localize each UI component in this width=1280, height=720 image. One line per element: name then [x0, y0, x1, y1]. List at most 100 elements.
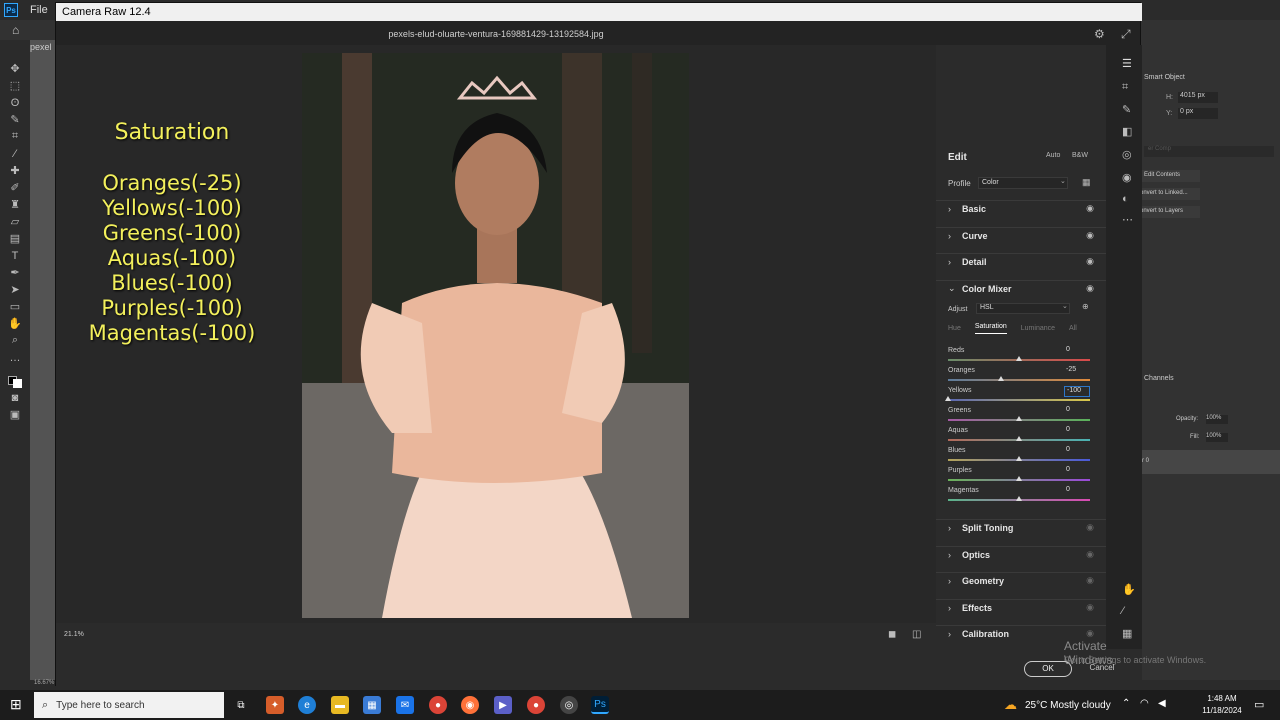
- h-field[interactable]: 4015 px: [1178, 92, 1218, 103]
- eye-icon[interactable]: ◉: [1086, 628, 1094, 639]
- section-color-mixer[interactable]: ⌄ Color Mixer ◉: [936, 280, 1106, 296]
- bw-button[interactable]: B&W: [1072, 152, 1088, 159]
- ok-button[interactable]: OK: [1024, 661, 1072, 677]
- eye-icon[interactable]: ◉: [1086, 283, 1094, 294]
- taskbar-search[interactable]: ⌕ Type here to search: [34, 692, 224, 718]
- section-geometry[interactable]: › Geometry ◉: [936, 572, 1106, 588]
- move-tool-icon[interactable]: ✥: [0, 60, 30, 77]
- slider-value-field[interactable]: 0: [1064, 486, 1090, 497]
- auto-button[interactable]: Auto: [1046, 152, 1060, 159]
- cancel-button[interactable]: Cancel: [1082, 661, 1122, 677]
- slider-reds[interactable]: Reds 0: [948, 346, 1094, 367]
- healing-tool-icon[interactable]: ✚: [0, 162, 30, 179]
- file-explorer-icon[interactable]: ▬: [331, 696, 349, 714]
- section-detail[interactable]: › Detail ◉: [936, 253, 1106, 269]
- windows-start-icon[interactable]: ⊞: [10, 696, 22, 713]
- radial-filter-icon[interactable]: ◎: [1122, 148, 1132, 161]
- eye-icon[interactable]: ◉: [1086, 549, 1094, 560]
- zoom-tool-icon[interactable]: ⌕: [0, 332, 30, 349]
- section-effects[interactable]: › Effects ◉: [936, 599, 1106, 615]
- opacity-field[interactable]: 100%: [1206, 415, 1228, 424]
- clock[interactable]: 1:48 AM 11/18/2024: [1200, 693, 1244, 717]
- eye-icon[interactable]: ◉: [1086, 230, 1094, 241]
- slider-thumb[interactable]: [1016, 356, 1022, 361]
- lasso-tool-icon[interactable]: ʘ: [0, 94, 30, 111]
- slider-purples[interactable]: Purples 0: [948, 466, 1094, 487]
- fullscreen-icon[interactable]: ⤢: [1121, 27, 1131, 42]
- adjust-dropdown[interactable]: HSL: [976, 303, 1070, 314]
- section-curve[interactable]: › Curve ◉: [936, 227, 1106, 243]
- wifi-icon[interactable]: ◠: [1140, 698, 1149, 709]
- slider-value-field[interactable]: 0: [1064, 446, 1090, 457]
- eye-icon[interactable]: ◉: [1086, 522, 1094, 533]
- y-field[interactable]: 0 px: [1178, 108, 1218, 119]
- home-icon[interactable]: ⌂: [12, 23, 19, 37]
- redeye-icon[interactable]: ◉: [1122, 171, 1132, 184]
- more-icon[interactable]: ⋯: [1122, 213, 1133, 226]
- store-icon[interactable]: ▦: [363, 696, 381, 714]
- slider-thumb[interactable]: [1016, 456, 1022, 461]
- slider-thumb[interactable]: [998, 376, 1005, 381]
- color-swatches-icon[interactable]: [0, 372, 30, 389]
- adjustment-brush-icon[interactable]: ◧: [1122, 125, 1132, 138]
- slider-blues[interactable]: Blues 0: [948, 446, 1094, 467]
- notification-icon[interactable]: ▭: [1254, 698, 1264, 711]
- volume-icon[interactable]: ◀: [1158, 698, 1166, 709]
- weather-text[interactable]: 25°C Mostly cloudy: [1025, 700, 1111, 711]
- quick-mask-icon[interactable]: ◙: [0, 389, 30, 406]
- settings-gear-icon[interactable]: ⚙: [1094, 27, 1105, 41]
- sampler-icon[interactable]: ⁄: [1122, 605, 1124, 617]
- fill-field[interactable]: 100%: [1206, 433, 1228, 442]
- eraser-tool-icon[interactable]: ▱: [0, 213, 30, 230]
- shape-tool-icon[interactable]: ▭: [0, 298, 30, 315]
- slider-track[interactable]: [948, 399, 1090, 401]
- slider-value-field[interactable]: -100: [1064, 386, 1090, 397]
- healing-brush-icon[interactable]: ✎: [1122, 103, 1131, 116]
- layer-comp-field[interactable]: er Comp: [1144, 146, 1274, 157]
- slider-thumb[interactable]: [1016, 416, 1022, 421]
- chrome-profile-icon[interactable]: ●: [527, 696, 545, 714]
- firefox-icon[interactable]: ◉: [461, 696, 479, 714]
- capture-icon[interactable]: ◎: [560, 696, 578, 714]
- tab-saturation[interactable]: Saturation: [974, 323, 1007, 334]
- copilot-icon[interactable]: ✦: [266, 696, 284, 714]
- section-basic[interactable]: › Basic ◉: [936, 200, 1106, 216]
- eyedropper-tool-icon[interactable]: ⁄: [0, 145, 30, 162]
- convert-layers-button[interactable]: onvert to Layers: [1140, 206, 1200, 218]
- brush-tool-icon[interactable]: ✐: [0, 179, 30, 196]
- media-player-icon[interactable]: ▶: [494, 696, 512, 714]
- marquee-tool-icon[interactable]: ⬚: [0, 77, 30, 94]
- slider-value-field[interactable]: -25: [1064, 366, 1090, 377]
- menu-file[interactable]: File: [30, 4, 48, 16]
- hand-icon[interactable]: ✋: [1122, 583, 1136, 596]
- slider-thumb[interactable]: [1016, 476, 1022, 481]
- slider-value-field[interactable]: 0: [1064, 346, 1090, 357]
- profile-browser-icon[interactable]: ▦: [1082, 177, 1091, 188]
- crop-tool-icon[interactable]: ⌗: [0, 128, 30, 145]
- photoshop-taskbar-icon[interactable]: Ps: [591, 696, 609, 714]
- slider-yellows[interactable]: Yellows -100: [945, 386, 1094, 407]
- edit-contents-button[interactable]: Edit Contents: [1142, 170, 1200, 182]
- slider-greens[interactable]: Greens 0: [948, 406, 1094, 427]
- section-split-toning[interactable]: › Split Toning ◉: [936, 519, 1106, 535]
- hand-tool-icon[interactable]: ✋: [0, 315, 30, 332]
- slider-value-field[interactable]: 0: [1064, 406, 1090, 417]
- layer-row[interactable]: r 0: [1140, 450, 1280, 474]
- channels-tab[interactable]: Channels: [1144, 375, 1174, 382]
- tab-hue[interactable]: Hue: [948, 325, 961, 332]
- presets-icon[interactable]: ◐: [1122, 193, 1129, 205]
- view-mode-icon[interactable]: ◼: [888, 629, 896, 640]
- targeted-adjustment-icon[interactable]: ⊕: [1082, 302, 1089, 311]
- tab-all[interactable]: All: [1069, 325, 1077, 332]
- edge-icon[interactable]: e: [298, 696, 316, 714]
- edit-sliders-icon[interactable]: ☰: [1122, 57, 1132, 70]
- path-select-tool-icon[interactable]: ➤: [0, 281, 30, 298]
- slider-oranges[interactable]: Oranges -25: [948, 366, 1094, 387]
- chevron-up-icon[interactable]: ⌃: [1122, 698, 1130, 709]
- screen-mode-icon[interactable]: ▣: [0, 406, 30, 423]
- quick-select-tool-icon[interactable]: ✎: [0, 111, 30, 128]
- crop-icon[interactable]: ⌗: [1122, 81, 1128, 94]
- slider-thumb[interactable]: [1016, 496, 1022, 501]
- mail-icon[interactable]: ✉: [396, 696, 414, 714]
- task-view-icon[interactable]: ⧉: [232, 696, 250, 714]
